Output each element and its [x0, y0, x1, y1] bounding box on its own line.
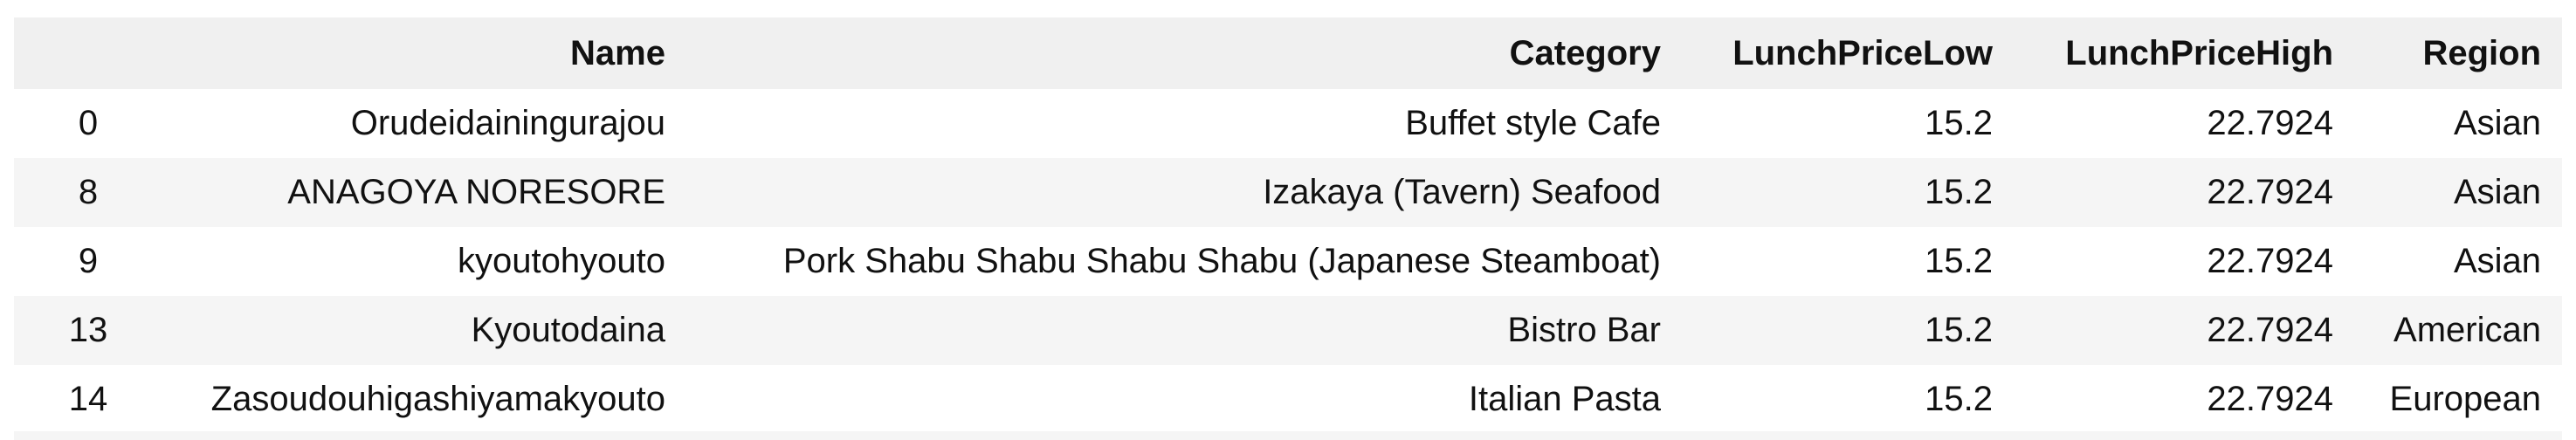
- cell-category: Buffet style Cafe: [1405, 104, 1661, 142]
- cell-lunch-price-high: 22.7924: [2207, 380, 2333, 418]
- table-row: 8 ANAGOYA NORESORE Izakaya (Tavern) Seaf…: [14, 158, 2562, 227]
- table-row: 14 Zasoudouhigashiyamakyouto Italian Pas…: [14, 365, 2562, 434]
- header-name: Name: [570, 33, 665, 72]
- header-category: Category: [1509, 33, 1661, 72]
- cell-name: kyoutohyouto: [458, 242, 665, 280]
- header-lunch-price-high: LunchPriceHigh: [2065, 33, 2333, 72]
- cell-lunch-price-low: 15.2: [1925, 242, 1993, 280]
- cell-lunch-price-high: 22.7924: [2207, 242, 2333, 280]
- cell-lunch-price-high: 22.7924: [2207, 104, 2333, 142]
- cell-category: Izakaya (Tavern) Seafood: [1263, 173, 1661, 211]
- row-index: 8: [78, 173, 99, 211]
- row-index: 0: [78, 104, 99, 142]
- row-index: 14: [68, 380, 108, 418]
- cell-category: Italian Pasta: [1468, 380, 1661, 418]
- cell-category: Pork Shabu Shabu Shabu Shabu (Japanese S…: [782, 242, 1661, 280]
- cell-name: Kyoutodaina: [471, 311, 665, 349]
- header-region: Region: [2422, 33, 2541, 72]
- cell-lunch-price-low: 15.2: [1925, 380, 1993, 418]
- cell-region: European: [2389, 380, 2541, 418]
- cell-category: Bistro Bar: [1507, 311, 1661, 349]
- cell-lunch-price-high: 22.7924: [2207, 311, 2333, 349]
- table-row: 0 Orudeidainingurajou Buffet style Cafe …: [14, 89, 2562, 158]
- next-row-stripe: [14, 431, 2562, 440]
- table-row: 9 kyoutohyouto Pork Shabu Shabu Shabu Sh…: [14, 227, 2562, 296]
- cell-lunch-price-low: 15.2: [1925, 173, 1993, 211]
- cell-region: Asian: [2453, 104, 2541, 142]
- header-row: Name Category LunchPriceLow LunchPriceHi…: [14, 17, 2562, 89]
- cell-lunch-price-low: 15.2: [1925, 311, 1993, 349]
- cell-region: Asian: [2453, 173, 2541, 211]
- row-index: 9: [78, 242, 99, 280]
- header-index: [14, 17, 162, 89]
- row-index: 13: [68, 311, 108, 349]
- dataframe-output: Name Category LunchPriceLow LunchPriceHi…: [14, 17, 2562, 434]
- cell-name: Zasoudouhigashiyamakyouto: [210, 380, 665, 418]
- cell-region: Asian: [2453, 242, 2541, 280]
- cell-lunch-price-low: 15.2: [1925, 104, 1993, 142]
- dataframe-table: Name Category LunchPriceLow LunchPriceHi…: [14, 17, 2562, 434]
- cell-region: American: [2393, 311, 2541, 349]
- header-lunch-price-low: LunchPriceLow: [1732, 33, 1993, 72]
- cell-name: Orudeidainingurajou: [350, 104, 665, 142]
- table-row: 13 Kyoutodaina Bistro Bar 15.2 22.7924 A…: [14, 296, 2562, 365]
- cell-lunch-price-high: 22.7924: [2207, 173, 2333, 211]
- cell-name: ANAGOYA NORESORE: [287, 173, 665, 211]
